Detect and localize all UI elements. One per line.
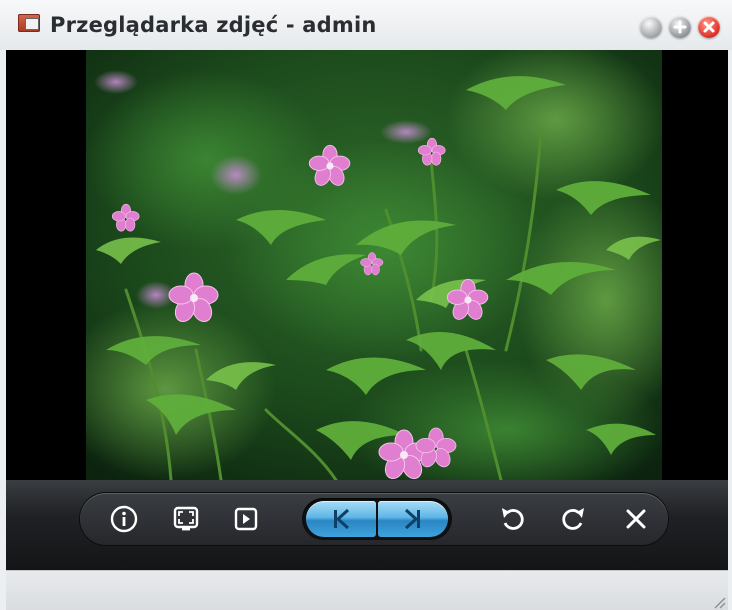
rotate-right-button[interactable] — [558, 503, 590, 535]
resize-grip-icon[interactable] — [712, 595, 726, 609]
slideshow-icon — [234, 507, 258, 531]
previous-icon — [334, 508, 350, 530]
flower-photo-image — [86, 50, 662, 480]
photo — [86, 50, 662, 480]
image-viewport — [6, 50, 728, 480]
viewer-toolbar — [6, 480, 728, 570]
close-viewer-button[interactable] — [620, 503, 652, 535]
window-title: Przeglądarka zdjęć - admin — [50, 13, 377, 37]
fullscreen-button[interactable] — [170, 503, 202, 535]
close-window-button[interactable] — [698, 16, 720, 38]
close-icon — [703, 21, 715, 33]
previous-button[interactable] — [306, 501, 376, 537]
maximize-icon — [673, 20, 687, 34]
controls-pill — [80, 493, 668, 545]
rotate-right-icon — [562, 508, 584, 530]
info-button[interactable] — [108, 503, 140, 535]
navigation-group — [302, 498, 452, 540]
fullscreen-icon — [173, 506, 199, 531]
minimize-button[interactable] — [640, 16, 662, 38]
next-icon — [404, 508, 420, 530]
minimize-icon — [640, 16, 662, 38]
rotate-left-button[interactable] — [496, 503, 528, 535]
slideshow-button[interactable] — [230, 503, 262, 535]
info-icon — [110, 505, 138, 533]
photo-viewer-window: Przeglądarka zdjęć - admin — [0, 0, 732, 610]
rotate-left-icon — [502, 508, 524, 530]
maximize-button[interactable] — [669, 16, 691, 38]
title-bar[interactable]: Przeglądarka zdjęć - admin — [0, 0, 732, 50]
photo-viewer-icon — [18, 14, 40, 32]
status-bar — [6, 570, 728, 610]
close-icon — [626, 509, 646, 529]
next-button[interactable] — [378, 501, 448, 537]
